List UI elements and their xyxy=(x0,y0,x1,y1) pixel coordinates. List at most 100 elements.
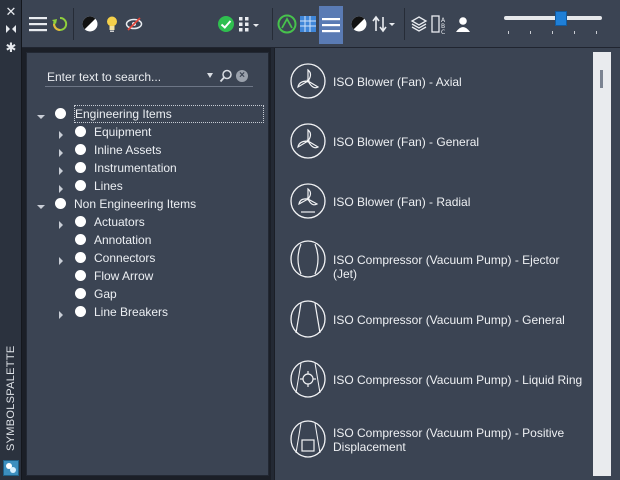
symbol-item[interactable]: ISO Blower (Fan) - Axial xyxy=(287,62,587,102)
symbol-name: ISO Blower (Fan) - Radial xyxy=(333,195,471,209)
expand-arrow-icon[interactable] xyxy=(57,308,65,319)
clear-search-icon[interactable]: × xyxy=(236,70,248,82)
symbols-panel: ISO Blower (Fan) - Axial ISO Blower (Fan)… xyxy=(275,48,620,480)
properties-gear-icon[interactable]: ✱ xyxy=(4,40,18,54)
slider-tick xyxy=(574,31,575,34)
auto-hide-icon[interactable] xyxy=(4,22,18,36)
symbol-name: ISO Compressor (Vacuum Pump) - Ejector (… xyxy=(333,253,560,281)
text-field-icon[interactable]: ABC xyxy=(428,12,452,36)
tree-node-icon xyxy=(75,270,86,281)
tree-item-label: Inline Assets xyxy=(94,143,162,157)
tree-node-icon xyxy=(55,198,66,209)
validate-check-icon[interactable] xyxy=(214,12,238,36)
tree-item[interactable]: Non Engineering Items xyxy=(27,195,268,213)
toolbar-separator xyxy=(73,8,74,40)
category-panel: Enter text to search... × Engineering It… xyxy=(26,52,269,476)
symbol-item[interactable]: ISO Compressor (Vacuum Pump) - General xyxy=(287,300,587,340)
display-mode-icon[interactable] xyxy=(347,12,371,36)
toolbar-separator xyxy=(404,8,405,40)
compressor-ejector-icon xyxy=(289,240,327,278)
blower-general-icon xyxy=(289,122,327,160)
palette-title: SYMBOLSPALETTE xyxy=(2,346,20,456)
tree-item-label: Engineering Items xyxy=(74,105,264,123)
tree-node-icon xyxy=(75,288,86,299)
hide-visibility-icon[interactable] xyxy=(122,12,146,36)
blower-axial-icon xyxy=(289,62,327,100)
blower-radial-icon xyxy=(289,182,327,220)
tree-node-icon xyxy=(75,234,86,245)
symbol-name: ISO Blower (Fan) - Axial xyxy=(333,75,462,89)
tree-item[interactable]: Annotation xyxy=(27,231,268,249)
tree-item-label: Line Breakers xyxy=(94,305,169,319)
refresh-icon[interactable] xyxy=(48,12,72,36)
expand-arrow-icon[interactable] xyxy=(57,146,65,157)
tree-item-label: Actuators xyxy=(94,215,145,229)
scrollbar-thumb[interactable] xyxy=(600,70,603,88)
tree-item[interactable]: Flow Arrow xyxy=(27,267,268,285)
tree-item[interactable]: Gap xyxy=(27,285,268,303)
tree-item-label: Connectors xyxy=(94,251,156,265)
expand-arrow-icon[interactable] xyxy=(57,128,65,139)
tree-item[interactable]: Lines xyxy=(27,177,268,195)
tree-node-icon xyxy=(75,306,86,317)
search-dropdown-icon[interactable] xyxy=(207,73,213,78)
slider-tick xyxy=(596,31,597,34)
tree-item[interactable]: Equipment xyxy=(27,123,268,141)
collapse-arrow-icon[interactable] xyxy=(37,200,45,209)
toolbar-separator xyxy=(272,8,273,40)
slider-tick xyxy=(508,31,509,34)
symbol-item[interactable]: ISO Compressor (Vacuum Pump) - Liquid Ri… xyxy=(287,360,587,400)
symbol-name: ISO Blower (Fan) - General xyxy=(333,135,480,149)
zoom-slider[interactable] xyxy=(504,8,604,38)
expand-arrow-icon[interactable] xyxy=(57,254,65,265)
tree-node-icon xyxy=(75,180,86,191)
search-icon[interactable] xyxy=(219,69,233,83)
symbol-item[interactable]: ISO Compressor (Vacuum Pump) - Positive … xyxy=(287,420,587,460)
tree-item[interactable]: Line Breakers xyxy=(27,303,268,321)
tree-item[interactable]: Instrumentation xyxy=(27,159,268,177)
vertical-scrollbar[interactable] xyxy=(593,52,611,476)
tree-node-icon xyxy=(55,108,66,119)
zoom-slider-thumb[interactable] xyxy=(555,11,567,26)
symbol-item[interactable]: ISO Blower (Fan) - Radial xyxy=(287,182,587,222)
tree-node-icon xyxy=(75,252,86,263)
compressor-positive-displacement-icon xyxy=(289,420,327,458)
tree-item-label: Gap xyxy=(94,287,117,301)
tree-item-label: Equipment xyxy=(94,125,152,139)
app-logo-icon[interactable] xyxy=(3,460,19,476)
grid-view-dropdown-icon[interactable] xyxy=(236,12,266,36)
table-view-icon[interactable] xyxy=(296,12,320,36)
tree-item[interactable]: Connectors xyxy=(27,249,268,267)
symbol-name: ISO Compressor (Vacuum Pump) - General xyxy=(333,313,565,327)
panel-splitter[interactable] xyxy=(271,48,274,480)
contrast-icon[interactable] xyxy=(78,12,102,36)
compressor-liquid-ring-icon xyxy=(289,360,327,398)
list-view-icon[interactable] xyxy=(319,6,343,44)
tree-item-label: Lines xyxy=(94,179,123,193)
search-input[interactable]: Enter text to search... xyxy=(47,70,161,84)
svg-text:C: C xyxy=(441,29,445,34)
tree-node-icon xyxy=(75,144,86,155)
search-box[interactable]: Enter text to search... × xyxy=(45,67,253,87)
expand-arrow-icon[interactable] xyxy=(57,218,65,229)
tree-item[interactable]: Engineering Items xyxy=(27,105,268,123)
tree-item[interactable]: Actuators xyxy=(27,213,268,231)
tree-item[interactable]: Inline Assets xyxy=(27,141,268,159)
lightbulb-icon[interactable] xyxy=(100,12,124,36)
tree-node-icon xyxy=(75,162,86,173)
palette-side-strip: ✕ ✱ SYMBOLSPALETTE xyxy=(0,0,22,480)
sort-dropdown-icon[interactable] xyxy=(370,12,400,36)
menu-icon[interactable] xyxy=(26,12,50,36)
zoom-slider-track[interactable] xyxy=(504,16,602,20)
toolbar: ABC xyxy=(22,0,620,48)
close-icon[interactable]: ✕ xyxy=(4,4,18,18)
compressor-general-icon xyxy=(289,300,327,338)
expand-arrow-icon[interactable] xyxy=(57,164,65,175)
user-icon[interactable] xyxy=(451,12,475,36)
tree-item-label: Flow Arrow xyxy=(94,269,154,283)
symbol-name: ISO Compressor (Vacuum Pump) - Liquid Ri… xyxy=(333,373,583,387)
expand-arrow-icon[interactable] xyxy=(57,182,65,193)
collapse-arrow-icon[interactable] xyxy=(37,110,45,119)
symbol-item[interactable]: ISO Blower (Fan) - General xyxy=(287,122,587,162)
symbol-item[interactable]: ISO Compressor (Vacuum Pump) - Ejector (… xyxy=(287,240,587,281)
